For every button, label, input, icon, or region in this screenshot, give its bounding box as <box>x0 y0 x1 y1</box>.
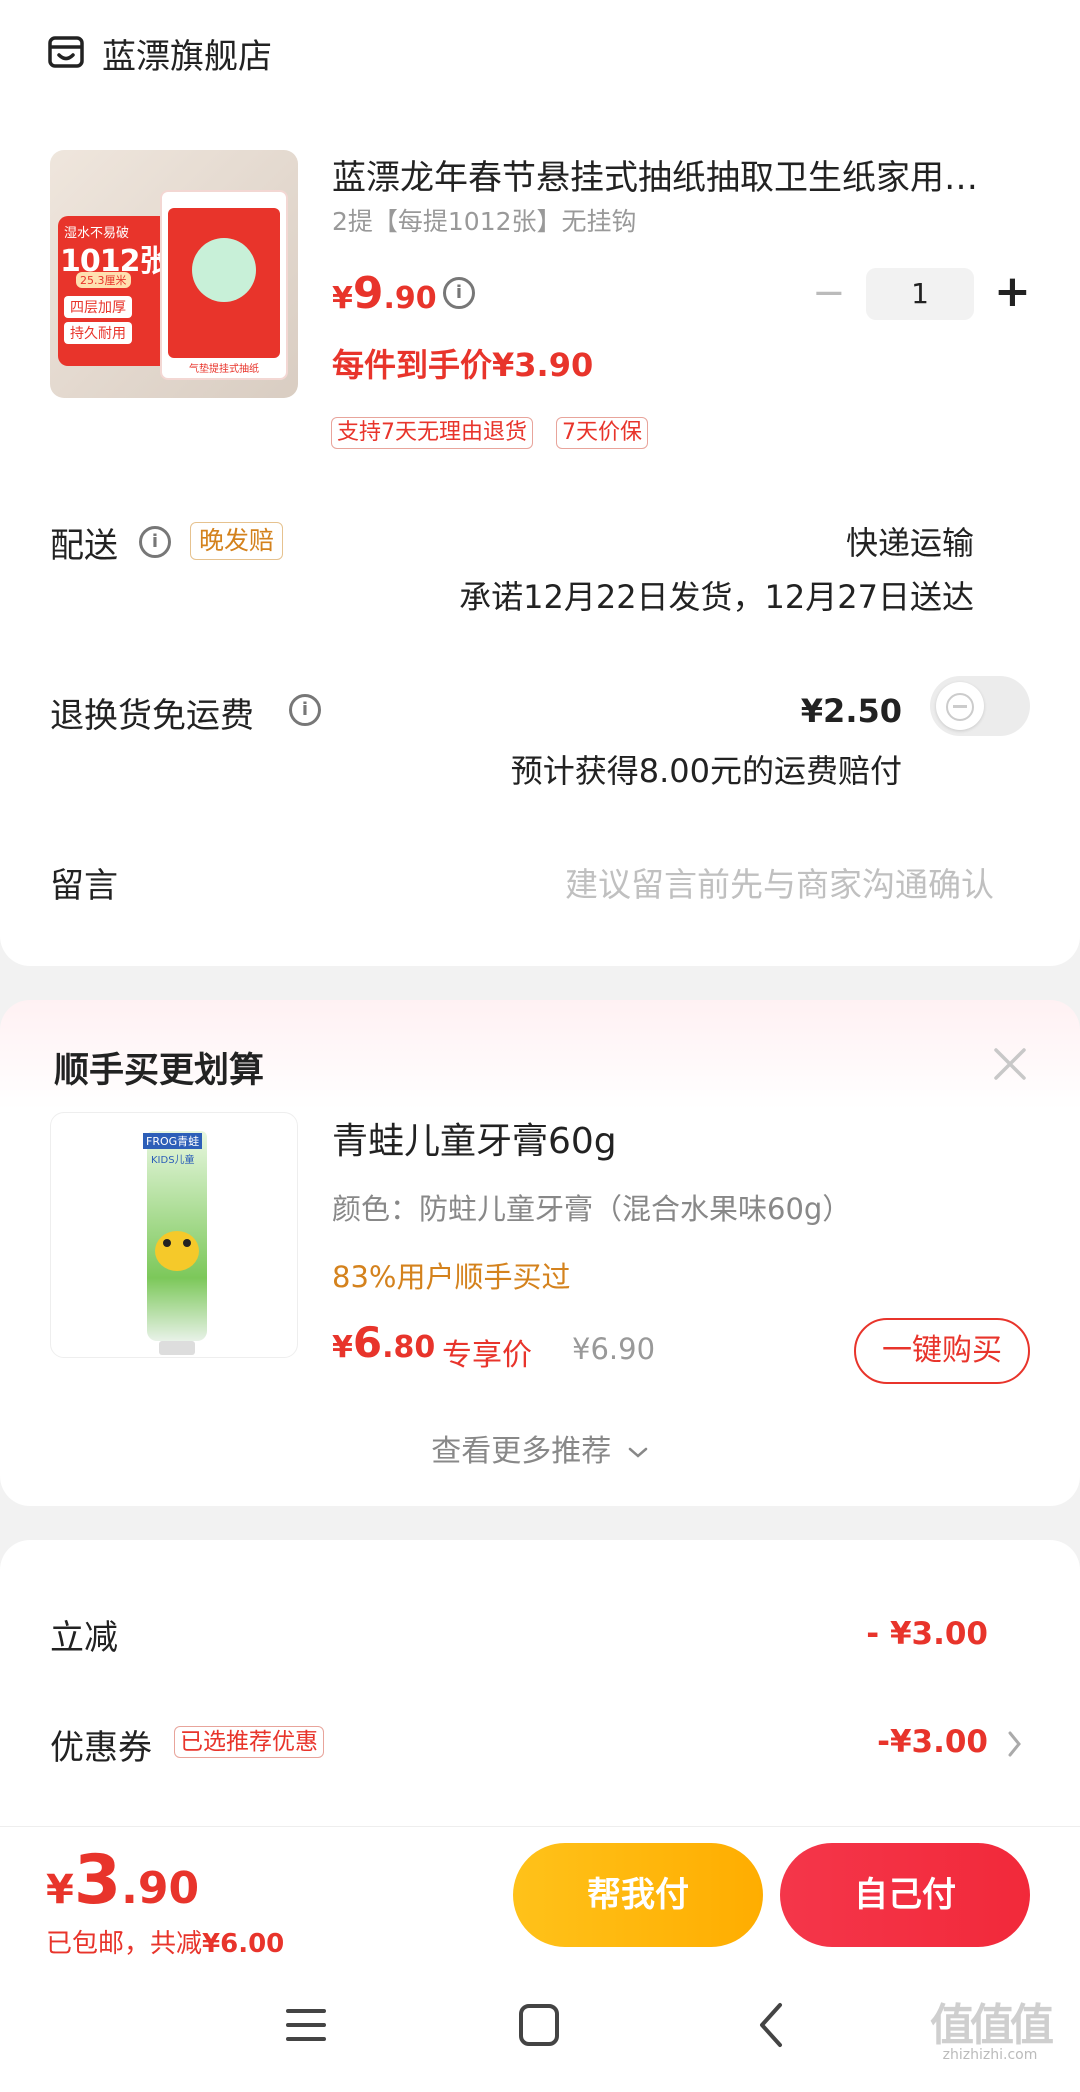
discount-card: 立减 - ¥3.00 优惠券 已选推荐优惠 -¥3.00 <box>0 1540 1080 1840</box>
recommend-item-price-label: 专享价 <box>442 1338 532 1373</box>
price-protect-tag: 7天价保 <box>556 417 648 449</box>
menu-icon[interactable] <box>286 2005 326 2045</box>
late-compensation-tag: 晚发赔 <box>190 522 284 560</box>
back-icon[interactable] <box>756 2001 786 2049</box>
shop-name: 蓝漂旗舰店 <box>102 36 272 77</box>
delivery-label: 配送 <box>50 526 118 566</box>
shop-header[interactable]: 蓝漂旗舰店 <box>48 28 272 78</box>
quantity-plus-button[interactable]: + <box>994 264 1031 320</box>
coupon-label[interactable]: 优惠券 <box>50 1720 152 1769</box>
recommend-title: 顺手买更划算 <box>54 1051 265 1091</box>
order-card: 蓝漂旗舰店 湿水不易破 1012张 25.3厘米 四层加厚 持久耐用 气垫提挂式… <box>0 0 1080 966</box>
home-icon[interactable] <box>518 2003 560 2047</box>
one-click-buy-button[interactable]: 一键购买 <box>854 1318 1030 1384</box>
self-pay-button[interactable]: 自己付 <box>780 1843 1030 1947</box>
footer-bar: ¥3.90 已包邮，共减¥6.00 帮我付 自己付 值值值 zhizhizhi.… <box>0 1826 1080 2092</box>
return-shipping-price: ¥2.50 <box>800 692 902 730</box>
order-summary: 已包邮，共减¥6.00 <box>46 1929 285 1959</box>
coupon-chevron-right-icon[interactable] <box>1006 1729 1024 1759</box>
return-shipping-toggle[interactable] <box>930 676 1030 736</box>
quantity-minus-button[interactable]: − <box>812 268 846 318</box>
recommend-item-price: ¥6.80 <box>332 1318 436 1367</box>
delivery-method[interactable]: 快递运输 <box>846 518 974 564</box>
recommend-item-spec: 颜色：防蛀儿童牙膏（混合水果味60g） <box>332 1192 852 1226</box>
recommend-item-orig-price: ¥6.90 <box>572 1332 656 1366</box>
return-shipping-label: 退换货免运费 <box>50 696 254 736</box>
product-spec[interactable]: 2提【每提1012张】无挂钩 <box>332 202 637 238</box>
chevron-down-icon <box>628 1447 648 1458</box>
return-shipping-info-icon[interactable]: i <box>289 694 321 726</box>
watermark: 值值值 zhizhizhi.com <box>930 2000 1054 2063</box>
recommend-item-name[interactable]: 青蛙儿童牙膏60g <box>332 1112 617 1164</box>
return-tag: 支持7天无理由退货 <box>331 417 533 449</box>
product-price: ¥9.90 <box>332 268 437 319</box>
price-info-icon[interactable]: i <box>443 277 475 309</box>
shop-icon <box>48 36 84 68</box>
coupon-selected-tag: 已选推荐优惠 <box>174 1726 324 1758</box>
instant-discount-label: 立减 <box>50 1618 118 1658</box>
instant-discount-value: - ¥3.00 <box>866 1616 988 1652</box>
recommend-item-social: 83%用户顺手买过 <box>332 1260 571 1294</box>
coupon-value[interactable]: -¥3.00 <box>877 1724 988 1760</box>
recommend-item-image[interactable]: FROG青蛙 KIDS儿童 <box>50 1112 298 1358</box>
return-shipping-note: 预计获得8.00元的运费赔付 <box>510 752 902 790</box>
message-input[interactable]: 建议留言前先与商家沟通确认 <box>565 858 994 906</box>
delivery-promise: 承诺12月22日发货，12月27日送达 <box>459 578 974 616</box>
close-icon[interactable] <box>988 1042 1032 1086</box>
recommend-card: 顺手买更划算 FROG青蛙 KIDS儿童 青蛙儿童牙膏60g 颜色：防蛀儿童牙膏… <box>0 1000 1080 1506</box>
product-image[interactable]: 湿水不易破 1012张 25.3厘米 四层加厚 持久耐用 气垫提挂式抽纸 <box>50 150 298 398</box>
product-title[interactable]: 蓝漂龙年春节悬挂式抽纸抽取卫生纸家用… <box>332 150 978 199</box>
final-price: 每件到手价¥3.90 <box>332 346 594 384</box>
toggle-knob <box>936 682 984 730</box>
delivery-info-icon[interactable]: i <box>139 526 171 558</box>
help-pay-button[interactable]: 帮我付 <box>513 1843 763 1947</box>
quantity-input[interactable]: 1 <box>866 268 974 320</box>
total-price: ¥3.90 <box>46 1841 200 1920</box>
more-recommend-link[interactable]: 查看更多推荐 <box>0 1426 1080 1470</box>
message-label: 留言 <box>50 866 118 906</box>
